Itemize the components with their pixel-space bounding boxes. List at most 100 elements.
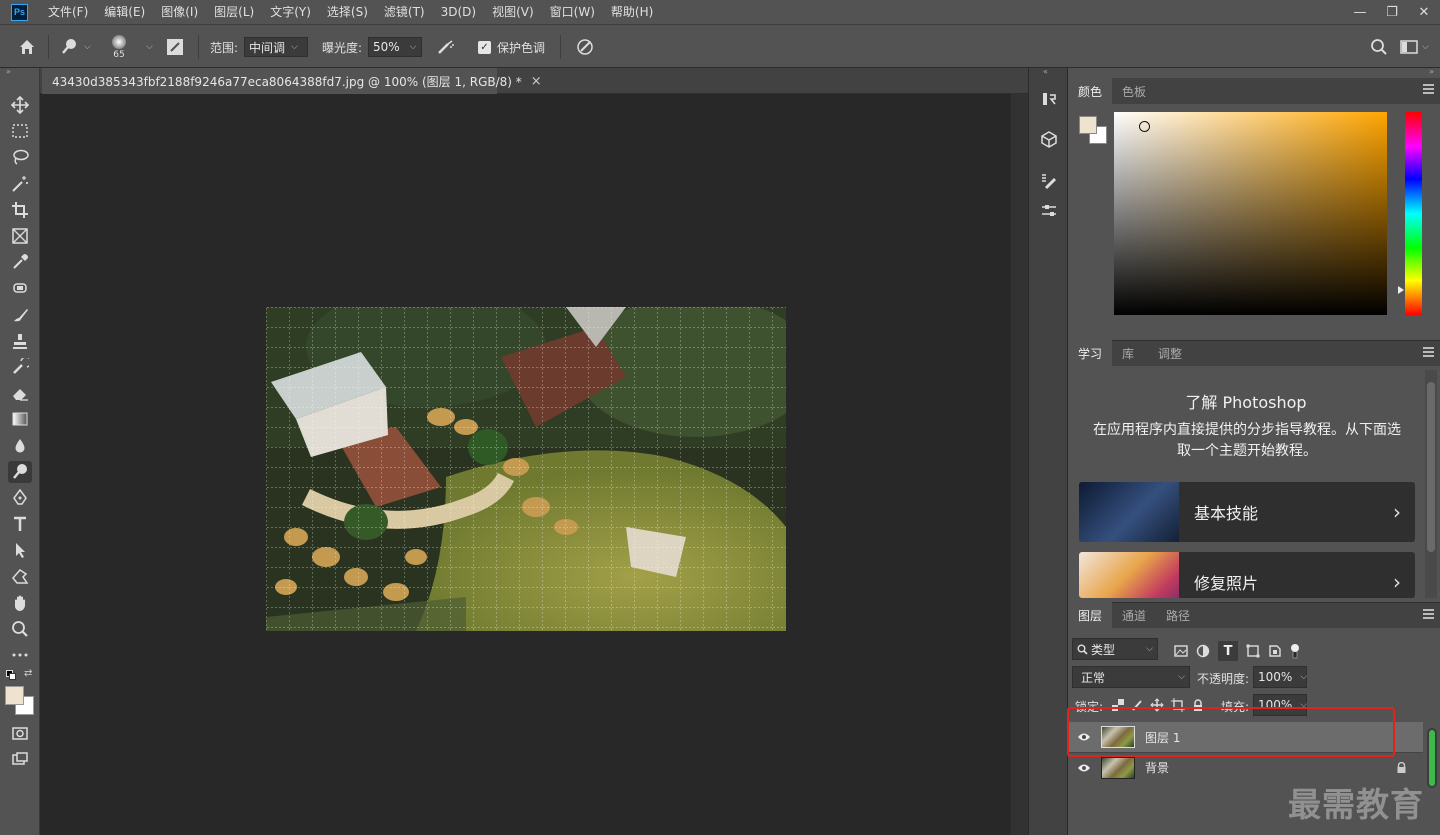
shape-layer-filter-icon[interactable] bbox=[1246, 644, 1260, 658]
brush-tool-icon[interactable] bbox=[8, 304, 32, 326]
spot-healing-tool-icon[interactable] bbox=[8, 277, 32, 299]
document-image[interactable] bbox=[266, 307, 786, 631]
eyedropper-tool-icon[interactable] bbox=[8, 251, 32, 273]
magic-wand-tool-icon[interactable] bbox=[8, 173, 32, 195]
protect-tones-checkbox[interactable]: ✓ 保护色调 bbox=[478, 25, 545, 69]
learn-card-basic-skills[interactable]: 基本技能 › bbox=[1079, 482, 1415, 542]
color-fg-swatch[interactable] bbox=[1079, 116, 1097, 134]
type-layer-filter-icon[interactable]: T bbox=[1218, 641, 1238, 661]
blur-tool-icon[interactable] bbox=[8, 435, 32, 457]
home-icon[interactable] bbox=[18, 25, 36, 69]
collapse-icon[interactable]: « bbox=[1043, 68, 1048, 76]
pressure-icon[interactable] bbox=[576, 25, 594, 69]
history-brush-tool-icon[interactable] bbox=[8, 356, 32, 378]
move-tool-icon[interactable] bbox=[8, 94, 32, 116]
filter-toggle-icon[interactable] bbox=[1290, 643, 1300, 659]
dodge-tool-icon[interactable] bbox=[8, 460, 32, 483]
pen-tool-icon[interactable] bbox=[8, 487, 32, 509]
hue-slider-handle[interactable] bbox=[1398, 286, 1404, 294]
range-dropdown[interactable]: 中间调 ⌵ bbox=[244, 25, 308, 69]
menu-item[interactable]: 文字(Y) bbox=[262, 0, 319, 24]
tab-color[interactable]: 颜色 bbox=[1068, 78, 1113, 104]
watermark: 最需教育 bbox=[1288, 785, 1424, 824]
panel-menu-icon[interactable] bbox=[1423, 609, 1434, 619]
panel-menu-icon[interactable] bbox=[1423, 347, 1434, 357]
properties-panel-icon[interactable] bbox=[1038, 200, 1060, 222]
3d-panel-icon[interactable] bbox=[1038, 128, 1060, 150]
menu-item[interactable]: 图层(L) bbox=[206, 0, 262, 24]
tab-learn[interactable]: 学习 bbox=[1068, 340, 1113, 366]
marquee-tool-icon[interactable] bbox=[8, 120, 32, 142]
airbrush-icon[interactable] bbox=[436, 25, 456, 69]
clone-stamp-tool-icon[interactable] bbox=[8, 330, 32, 352]
panel-menu-icon[interactable] bbox=[1423, 84, 1434, 94]
crop-tool-icon[interactable] bbox=[8, 199, 32, 221]
quick-mask-icon[interactable] bbox=[8, 722, 32, 744]
hue-slider[interactable] bbox=[1405, 112, 1422, 315]
eraser-tool-icon[interactable] bbox=[8, 382, 32, 404]
zoom-tool-icon[interactable] bbox=[8, 618, 32, 640]
search-icon[interactable] bbox=[1370, 25, 1388, 69]
layer-filter-dropdown[interactable]: 类型 ⌵ bbox=[1072, 638, 1158, 660]
color-picker-field[interactable] bbox=[1114, 112, 1387, 315]
canvas-scrollbar[interactable] bbox=[1010, 94, 1028, 835]
foreground-color-swatch[interactable] bbox=[5, 686, 24, 705]
layers-panel-tabs: 图层 通道 路径 bbox=[1068, 602, 1440, 628]
color-picker-cursor[interactable] bbox=[1139, 121, 1150, 132]
more-tools-icon[interactable] bbox=[8, 644, 32, 666]
screen-mode-icon[interactable] bbox=[8, 748, 32, 770]
menu-item[interactable]: 视图(V) bbox=[484, 0, 542, 24]
document-tab[interactable]: 43430d385343fbf2188f9246a77eca8064388fd7… bbox=[42, 68, 542, 94]
hand-tool-icon[interactable] bbox=[8, 592, 32, 614]
menu-item[interactable]: 图像(I) bbox=[153, 0, 206, 24]
collapse-icon[interactable]: » bbox=[6, 68, 34, 76]
tab-adjustments[interactable]: 调整 bbox=[1148, 340, 1192, 366]
tab-paths[interactable]: 路径 bbox=[1156, 602, 1200, 628]
gradient-tool-icon[interactable] bbox=[8, 408, 32, 430]
brush-preset-picker[interactable]: 65 bbox=[112, 25, 126, 69]
learn-card-fix-photos[interactable]: 修复照片 › bbox=[1079, 552, 1415, 598]
restore-button[interactable]: ❐ bbox=[1376, 0, 1408, 24]
shape-tool-icon[interactable] bbox=[8, 566, 32, 588]
tool-preset-picker[interactable]: ⌵ bbox=[60, 25, 91, 69]
smart-object-filter-icon[interactable] bbox=[1268, 644, 1282, 658]
collapse-icon[interactable]: » bbox=[1429, 68, 1434, 76]
card-thumbnail bbox=[1079, 482, 1179, 542]
highlight-box bbox=[1067, 707, 1395, 757]
layer-visibility-eye-icon[interactable] bbox=[1069, 763, 1099, 773]
menu-item[interactable]: 3D(D) bbox=[433, 0, 484, 24]
frame-tool-icon[interactable] bbox=[8, 225, 32, 247]
menu-item[interactable]: 滤镜(T) bbox=[376, 0, 433, 24]
menu-item[interactable]: 选择(S) bbox=[319, 0, 376, 24]
type-tool-icon[interactable] bbox=[8, 513, 32, 535]
workspace-icon[interactable]: ⌵ bbox=[1400, 25, 1429, 69]
menu-item[interactable]: 文件(F) bbox=[40, 0, 96, 24]
lasso-tool-icon[interactable] bbox=[8, 146, 32, 168]
swap-colors-icon[interactable]: ⇄ bbox=[24, 668, 32, 679]
menu-item[interactable]: 窗口(W) bbox=[542, 0, 603, 24]
tab-layers[interactable]: 图层 bbox=[1068, 602, 1113, 628]
chevron-down-icon: ⌵ bbox=[291, 42, 298, 52]
opacity-input[interactable]: 100% ⌵ bbox=[1253, 666, 1307, 688]
learn-description: 在应用程序内直接提供的分步指导教程。从下面选取一个主题开始教程。 bbox=[1093, 422, 1401, 459]
exposure-input[interactable]: 50% ⌵ bbox=[368, 25, 422, 69]
tab-libraries[interactable]: 库 bbox=[1112, 340, 1144, 366]
minimize-button[interactable]: — bbox=[1344, 0, 1376, 24]
tab-channels[interactable]: 通道 bbox=[1112, 602, 1156, 628]
chevron-down-icon: ⌵ bbox=[1422, 42, 1429, 52]
history-panel-icon[interactable] bbox=[1038, 88, 1060, 110]
brush-panel-icon[interactable] bbox=[1038, 170, 1060, 192]
menu-item[interactable]: 编辑(E) bbox=[96, 0, 153, 24]
pixel-layer-filter-icon[interactable] bbox=[1174, 644, 1188, 658]
layers-scrollbar[interactable] bbox=[1427, 728, 1437, 788]
adjustment-layer-filter-icon[interactable] bbox=[1196, 644, 1210, 658]
close-button[interactable]: ✕ bbox=[1408, 0, 1440, 24]
close-tab-icon[interactable]: × bbox=[531, 74, 542, 89]
blend-mode-dropdown[interactable]: 正常 ⌵ bbox=[1072, 666, 1190, 688]
path-selection-tool-icon[interactable] bbox=[8, 539, 32, 561]
chevron-down-icon[interactable]: ⌵ bbox=[140, 25, 153, 69]
brush-settings-icon[interactable] bbox=[166, 25, 184, 69]
tab-swatches[interactable]: 色板 bbox=[1112, 78, 1156, 104]
menu-item[interactable]: 帮助(H) bbox=[603, 0, 661, 24]
learn-scrollbar[interactable] bbox=[1425, 370, 1437, 598]
